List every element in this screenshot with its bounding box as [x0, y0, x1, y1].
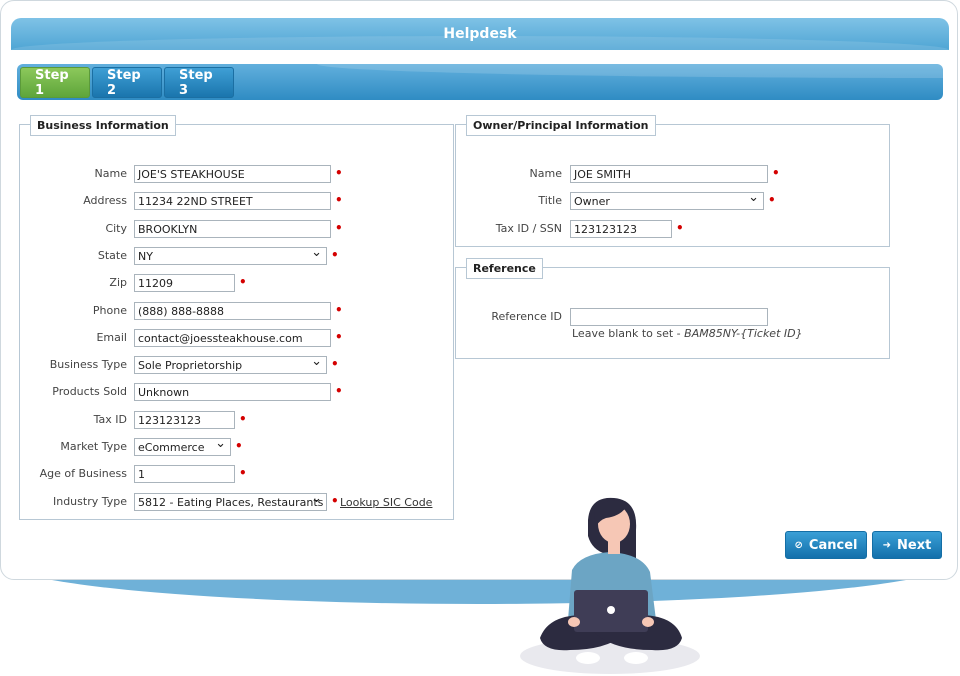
- zip-input[interactable]: 11209: [134, 274, 235, 292]
- business-name-input[interactable]: JOE'S STEAKHOUSE: [134, 165, 331, 183]
- market-type-label: Market Type: [60, 440, 127, 453]
- step-tabs: Step 1 Step 2 Step 3: [17, 64, 943, 100]
- reference-hint-code: BAM85NY-{Ticket ID}: [684, 327, 803, 340]
- owner-tax-id-label: Tax ID / SSN: [495, 222, 562, 235]
- phone-input[interactable]: (888) 888-8888: [134, 302, 331, 320]
- window-title: Helpdesk: [11, 18, 949, 50]
- reference-legend: Reference: [466, 258, 543, 279]
- address-label: Address: [83, 194, 127, 207]
- industry-type-select[interactable]: 5812 - Eating Places, Restaurants: [134, 493, 327, 511]
- city-label: City: [105, 222, 127, 235]
- required-indicator: •: [768, 193, 776, 207]
- tab-step-2[interactable]: Step 2: [92, 67, 162, 98]
- required-indicator: •: [335, 330, 343, 344]
- email-label: Email: [96, 331, 127, 344]
- required-indicator: •: [239, 275, 247, 289]
- tab-step-1[interactable]: Step 1: [20, 67, 90, 98]
- required-indicator: •: [331, 494, 339, 508]
- email-input[interactable]: contact@joessteakhouse.com: [134, 329, 331, 347]
- products-sold-input[interactable]: Unknown: [134, 383, 331, 401]
- owner-tax-id-input[interactable]: 123123123: [570, 220, 672, 238]
- lookup-sic-code-link[interactable]: Lookup SIC Code: [340, 496, 432, 509]
- owner-title-label: Title: [538, 194, 562, 207]
- owner-name-label: Name: [529, 167, 562, 180]
- required-indicator: •: [235, 439, 243, 453]
- cancel-icon: ⊘: [794, 539, 803, 551]
- arrow-right-icon: ➜: [882, 539, 892, 551]
- required-indicator: •: [239, 412, 247, 426]
- business-information-section: Business Information Name JOE'S STEAKHOU…: [19, 115, 454, 520]
- owner-title-select[interactable]: Owner: [570, 192, 764, 210]
- business-name-label: Name: [94, 167, 127, 180]
- required-indicator: •: [676, 221, 684, 235]
- address-input[interactable]: 11234 22ND STREET: [134, 192, 331, 210]
- business-information-legend: Business Information: [30, 115, 176, 136]
- business-type-select[interactable]: Sole Proprietorship: [134, 356, 327, 374]
- state-label: State: [97, 249, 127, 262]
- business-type-label: Business Type: [49, 358, 127, 371]
- required-indicator: •: [335, 221, 343, 235]
- reference-id-hint: Leave blank to set - BAM85NY-{Ticket ID}: [572, 327, 803, 340]
- required-indicator: •: [335, 193, 343, 207]
- required-indicator: •: [335, 166, 343, 180]
- age-of-business-label: Age of Business: [39, 467, 127, 480]
- required-indicator: •: [331, 248, 339, 262]
- tax-id-label: Tax ID: [93, 413, 127, 426]
- reference-id-input[interactable]: [570, 308, 768, 326]
- tax-id-input[interactable]: 123123123: [134, 411, 235, 429]
- reference-hint-text: Leave blank to set -: [572, 327, 685, 340]
- age-of-business-input[interactable]: 1: [134, 465, 235, 483]
- next-button-label: Next: [897, 537, 932, 553]
- market-type-select[interactable]: eCommerce: [134, 438, 231, 456]
- state-select[interactable]: NY: [134, 247, 327, 265]
- reference-section: Reference Reference ID Leave blank to se…: [455, 258, 890, 359]
- required-indicator: •: [239, 466, 247, 480]
- required-indicator: •: [335, 384, 343, 398]
- owner-information-legend: Owner/Principal Information: [466, 115, 656, 136]
- required-indicator: •: [772, 166, 780, 180]
- reference-id-label: Reference ID: [491, 310, 562, 323]
- window-title-text: Helpdesk: [443, 26, 517, 42]
- market-type-select-value: eCommerce: [138, 440, 205, 454]
- required-indicator: •: [335, 303, 343, 317]
- industry-type-label: Industry Type: [52, 495, 127, 508]
- next-button[interactable]: ➜ Next: [872, 531, 942, 559]
- products-sold-label: Products Sold: [52, 385, 127, 398]
- city-input[interactable]: BROOKLYN: [134, 220, 331, 238]
- owner-name-input[interactable]: JOE SMITH: [570, 165, 768, 183]
- phone-label: Phone: [92, 304, 127, 317]
- cancel-button[interactable]: ⊘ Cancel: [785, 531, 867, 559]
- industry-type-select-value: 5812 - Eating Places, Restaurants: [138, 495, 324, 509]
- owner-title-select-value: Owner: [574, 194, 610, 208]
- tab-step-3[interactable]: Step 3: [164, 67, 234, 98]
- required-indicator: •: [331, 357, 339, 371]
- owner-information-section: Owner/Principal Information Name JOE SMI…: [455, 115, 890, 247]
- person-with-laptop-illustration: [520, 497, 700, 674]
- business-type-select-value: Sole Proprietorship: [138, 358, 243, 372]
- zip-label: Zip: [109, 276, 127, 289]
- cancel-button-label: Cancel: [808, 537, 858, 553]
- state-select-value: NY: [138, 249, 153, 263]
